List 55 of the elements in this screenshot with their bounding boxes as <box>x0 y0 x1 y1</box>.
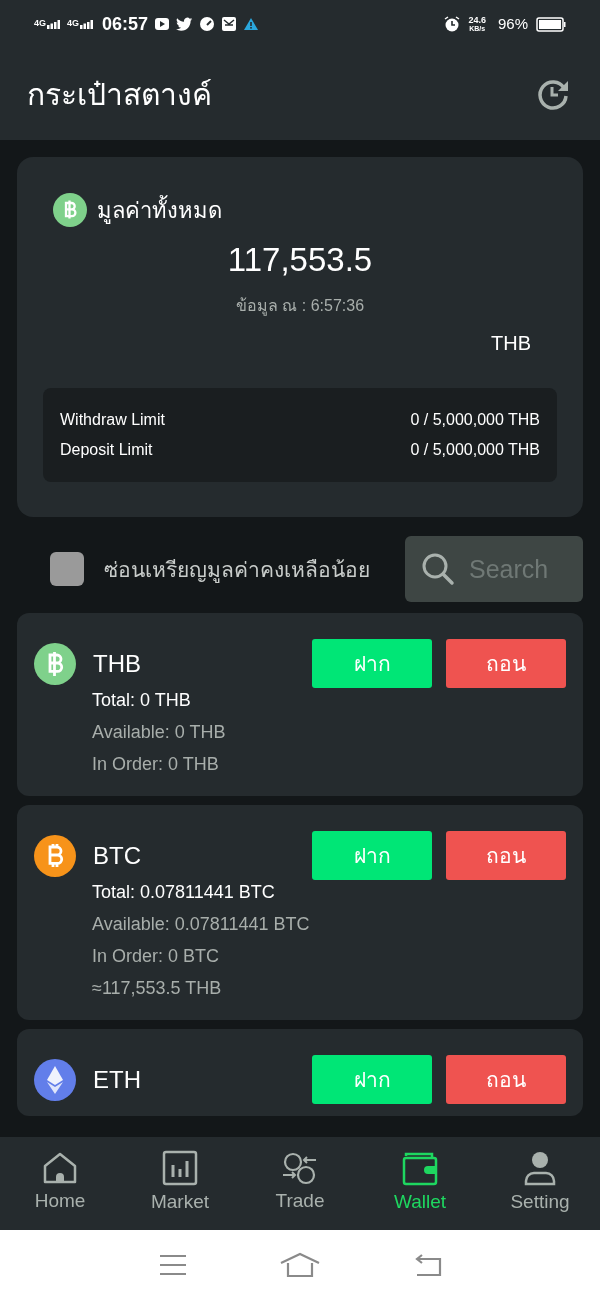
nav-tab[interactable]: Setting <box>480 1150 600 1217</box>
wallet-icon <box>402 1150 438 1187</box>
checkbox[interactable] <box>50 552 84 587</box>
person-icon <box>522 1150 558 1187</box>
battery-level: 96% <box>497 13 528 34</box>
limit-value: 0 / 5,000,000 THB <box>410 440 540 461</box>
total-balance: Total: 0.07811441 BTC <box>92 881 276 905</box>
bar-chart-icon <box>162 1150 198 1187</box>
alarm-icon <box>444 16 461 32</box>
nav-tab[interactable]: Trade <box>240 1151 360 1216</box>
nav-tab[interactable]: Home <box>0 1151 120 1216</box>
currency-label: THB <box>491 331 531 357</box>
limit-label: Withdraw Limit <box>60 410 165 431</box>
network-type: 4G <box>34 19 46 28</box>
bird-icon <box>176 16 194 32</box>
battery-icon <box>536 16 566 32</box>
baht-coin-icon <box>34 642 76 685</box>
network-speed: 24.6 <box>468 16 486 25</box>
home-icon <box>42 1151 78 1186</box>
available-balance: Available: 0.07811441 BTC <box>92 913 311 937</box>
baht-coin-icon <box>53 193 87 227</box>
withdraw-button[interactable]: ถอน <box>446 639 566 689</box>
coin-symbol: ETH <box>93 1064 141 1095</box>
in-order-balance: In Order: 0 BTC <box>92 945 221 969</box>
available-balance: Available: 0 THB <box>92 721 227 745</box>
nav-tab[interactable]: Wallet <box>360 1150 480 1217</box>
bitcoin-icon <box>34 834 76 877</box>
withdraw-button[interactable]: ถอน <box>446 1055 566 1105</box>
diamond-coin-icon <box>34 1058 76 1101</box>
total-value-label: มูลค่าทั้งหมด <box>97 194 222 226</box>
withdraw-button[interactable]: ถอน <box>446 831 566 881</box>
signal-icon <box>47 19 61 29</box>
page-title: กระเป๋าสตางค์ <box>27 76 212 113</box>
exchange-icon <box>282 1151 318 1186</box>
nav-tab[interactable]: Market <box>120 1150 240 1217</box>
home-icon[interactable] <box>280 1252 320 1278</box>
hide-small-balance-label: ซ่อนเหรียญมูลค่าคงเหลือน้อย <box>104 556 370 585</box>
in-order-balance: In Order: 0 THB <box>92 753 220 777</box>
search-icon <box>421 552 455 587</box>
limit-label: Deposit Limit <box>60 440 153 461</box>
total-value: 117,553.5 <box>227 240 373 280</box>
coin-symbol: THB <box>93 648 141 679</box>
signal-icon <box>80 19 95 29</box>
limit-value: 0 / 5,000,000 THB <box>410 410 540 431</box>
menu-icon[interactable] <box>158 1253 189 1277</box>
total-balance: Total: 0 THB <box>92 689 192 713</box>
clock: 06:57 <box>102 12 149 36</box>
thb-equivalent: ≈117,553.5 THB <box>92 977 223 1001</box>
mail-icon <box>221 16 238 32</box>
network-type: 4G <box>67 19 80 28</box>
coin-symbol: BTC <box>93 840 141 871</box>
play-icon <box>154 16 171 32</box>
warning-icon <box>243 17 260 31</box>
gauge-icon <box>199 16 216 32</box>
updated-time: ข้อมูล ณ : 6:57:36 <box>235 296 365 318</box>
